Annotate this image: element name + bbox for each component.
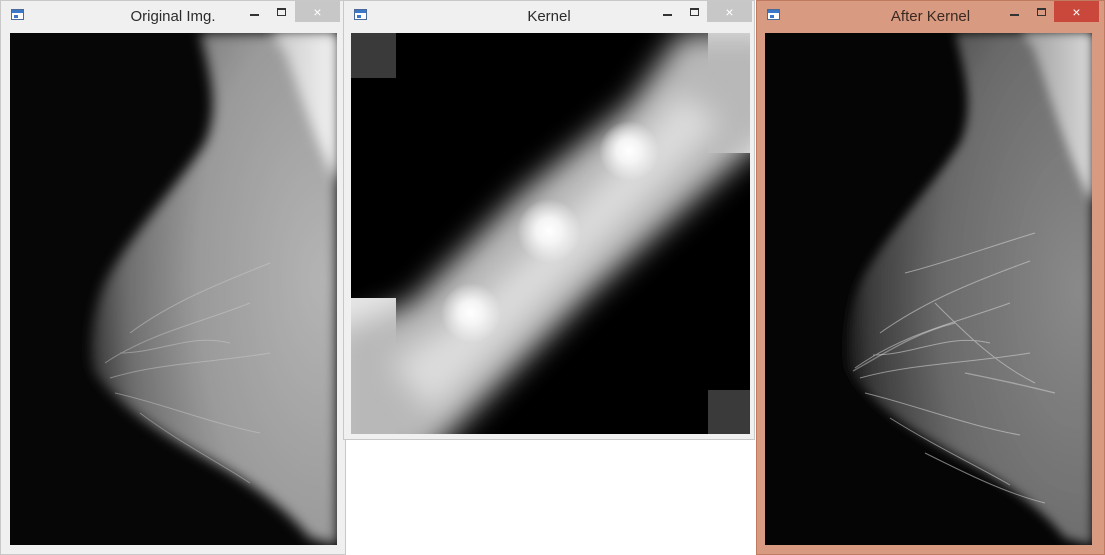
maximize-icon [690,7,699,16]
close-icon: × [313,3,322,20]
window-app-icon[interactable] [767,9,780,20]
maximize-button[interactable] [1028,1,1055,22]
maximize-button[interactable] [681,1,708,22]
close-button[interactable]: × [707,1,752,22]
after-kernel-titlebar[interactable]: After Kernel × [757,1,1104,31]
minimize-icon [1010,13,1019,16]
kernel-window: Kernel × [343,0,755,440]
filtered-mammogram [765,33,1092,545]
maximize-icon [277,7,286,16]
kernel-image-view [351,33,750,434]
after-kernel-image-view [765,33,1092,545]
original-image-window: Original Img. × [0,0,346,555]
maximize-button[interactable] [268,1,295,22]
close-icon: × [1072,3,1081,20]
after-kernel-window: After Kernel × [756,0,1105,555]
close-button[interactable]: × [295,1,340,22]
window-app-icon[interactable] [11,9,24,20]
close-icon: × [725,3,734,20]
minimize-button[interactable] [241,1,268,22]
original-image-titlebar[interactable]: Original Img. × [1,1,345,31]
original-mammogram [10,33,337,545]
window-app-icon[interactable] [354,9,367,20]
minimize-button[interactable] [1001,1,1028,22]
close-button[interactable]: × [1054,1,1099,22]
minimize-button[interactable] [654,1,681,22]
maximize-icon [1037,7,1046,16]
kernel-image [351,33,750,434]
minimize-icon [663,13,672,16]
original-image-view [10,33,337,545]
minimize-icon [250,13,259,16]
kernel-titlebar[interactable]: Kernel × [344,1,754,31]
